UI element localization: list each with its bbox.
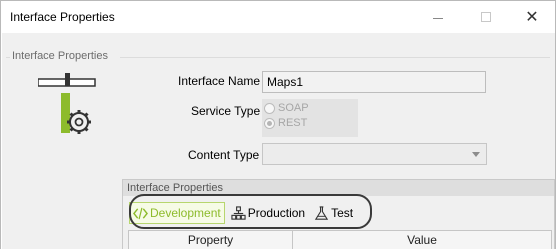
close-button[interactable]: ✕ <box>509 1 555 33</box>
title-bar[interactable]: Interface Properties ✕ <box>1 1 555 33</box>
group-divider <box>6 57 10 58</box>
tab-test[interactable]: Test <box>311 202 356 224</box>
service-type-label: Service Type <box>191 104 261 118</box>
close-icon: ✕ <box>525 9 539 26</box>
tab-label: Production <box>247 206 306 220</box>
radio-label: SOAP <box>278 102 309 114</box>
radio-checked-icon <box>264 117 275 129</box>
content-type-label: Content Type <box>188 148 260 162</box>
service-type-group: SOAP REST <box>262 99 358 137</box>
dialog-content: Interface Properties Interface Name Maps… <box>2 33 555 249</box>
maximize-button[interactable] <box>463 1 509 33</box>
interface-name-input[interactable] <box>262 71 486 93</box>
panel-title: Interface Properties <box>123 180 554 196</box>
tab-label: Development <box>150 206 221 220</box>
tab-development[interactable]: Development <box>129 202 225 224</box>
radio-label: REST <box>278 117 308 129</box>
chevron-down-icon <box>472 152 480 157</box>
column-header-value[interactable]: Value <box>293 231 551 249</box>
properties-panel: Interface Properties Development Product… <box>122 179 555 249</box>
code-icon <box>133 207 148 219</box>
column-header-property[interactable]: Property <box>129 231 293 249</box>
environment-tabs: Development Production Test <box>129 199 359 227</box>
content-type-select[interactable] <box>262 143 487 165</box>
tab-production[interactable]: Production <box>228 202 308 224</box>
interface-name-label: Interface Name <box>178 74 261 88</box>
radio-unchecked-icon <box>264 102 275 114</box>
group-legend: Interface Properties <box>12 50 108 62</box>
window-title: Interface Properties <box>10 10 115 24</box>
service-type-soap-radio[interactable]: SOAP <box>264 102 309 114</box>
service-type-rest-radio[interactable]: REST <box>264 117 307 129</box>
minimize-icon <box>433 17 443 19</box>
minimize-button[interactable] <box>415 1 461 33</box>
production-icon <box>231 205 246 220</box>
group-divider <box>120 57 550 58</box>
interface-properties-window: Interface Properties ✕ Interface Propert… <box>0 0 556 249</box>
interface-settings-icon <box>38 73 96 134</box>
maximize-icon <box>481 12 491 22</box>
properties-grid-header: Property Value <box>128 230 552 249</box>
tab-label: Test <box>331 206 354 220</box>
flask-icon <box>314 205 329 220</box>
